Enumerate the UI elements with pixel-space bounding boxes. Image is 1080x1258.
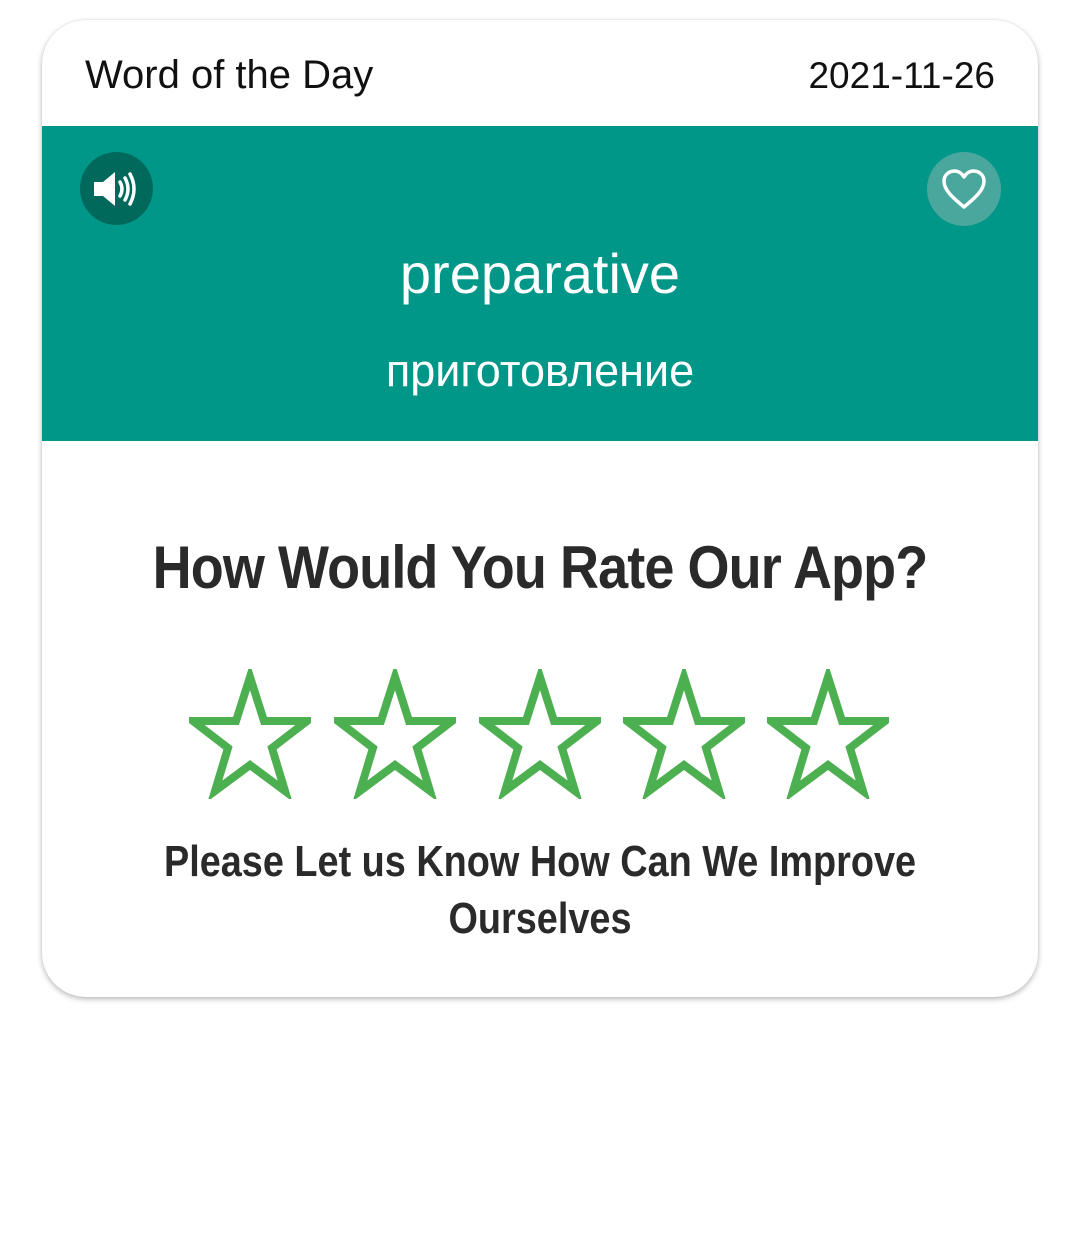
rating-stars <box>189 669 889 801</box>
word-of-the-day-card: Word of the Day 2021-11-26 preparative п… <box>42 20 1038 997</box>
speaker-volume-icon <box>93 171 136 206</box>
rate-app-subtitle: Please Let us Know How Can We Improve Ou… <box>163 837 917 943</box>
card-title: Word of the Day <box>85 53 374 97</box>
word-text: preparative <box>399 242 681 305</box>
heart-outline-icon <box>942 169 986 209</box>
favorite-button[interactable] <box>927 152 1001 226</box>
rate-app-banner[interactable]: How Would You Rate Our App? Please Let u… <box>42 441 1038 997</box>
card-date: 2021-11-26 <box>808 55 995 96</box>
star-icon[interactable] <box>479 669 601 799</box>
card-header: Word of the Day 2021-11-26 <box>42 20 1038 126</box>
word-translation: приготовление <box>385 345 695 396</box>
star-icon[interactable] <box>189 669 311 799</box>
word-panel: preparative приготовление <box>42 126 1038 441</box>
rate-app-title: How Would You Rate Our App? <box>152 534 929 601</box>
star-icon[interactable] <box>623 669 745 799</box>
star-icon[interactable] <box>767 669 889 799</box>
star-icon[interactable] <box>334 669 456 799</box>
pronounce-button[interactable] <box>80 152 153 225</box>
